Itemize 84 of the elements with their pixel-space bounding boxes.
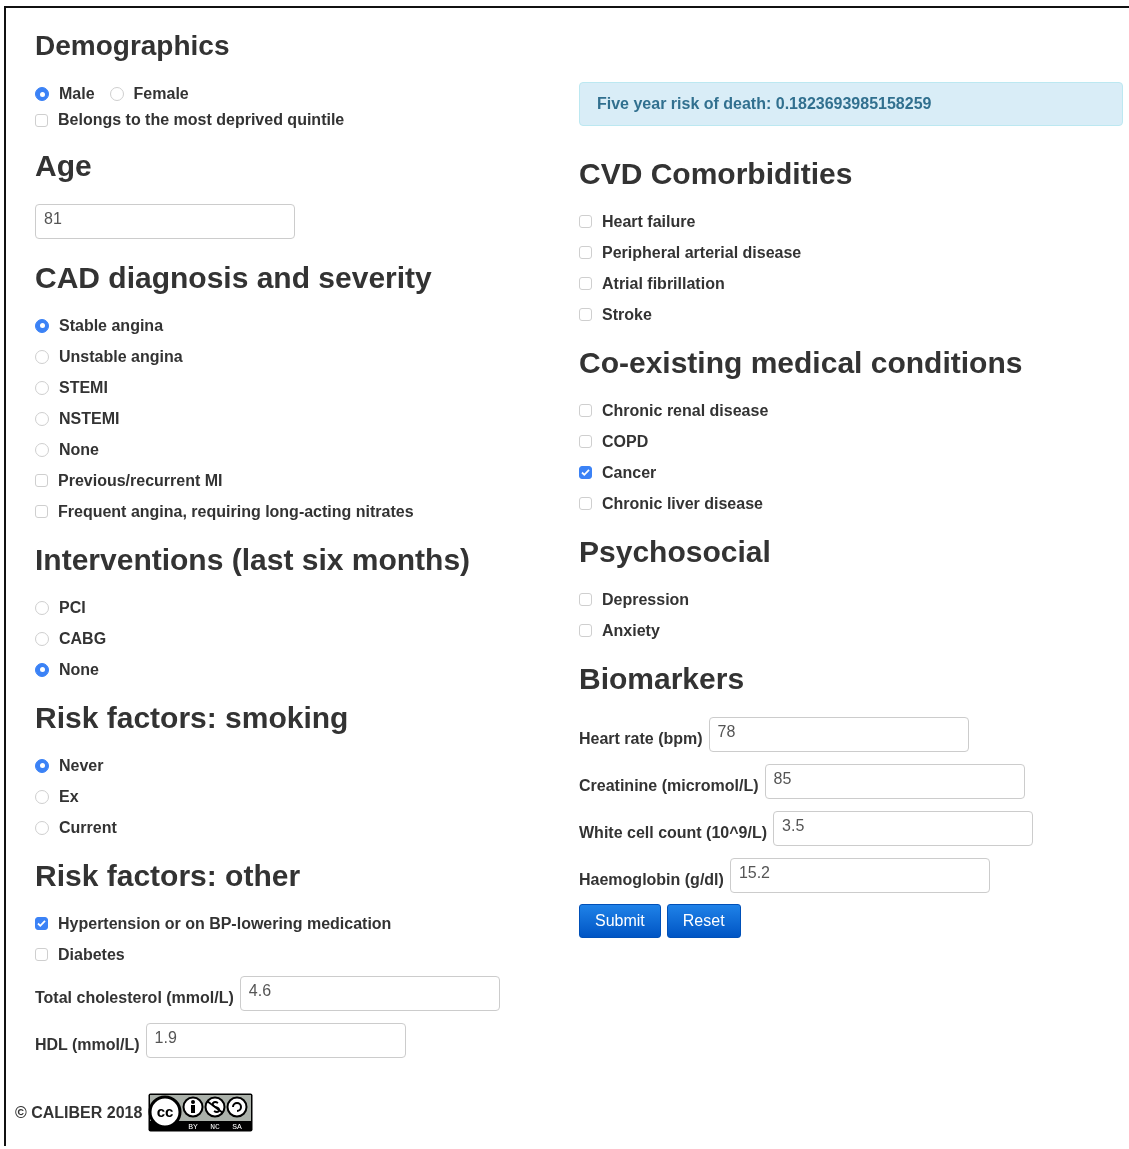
- radio-button[interactable]: [35, 442, 49, 457]
- reset-button[interactable]: Reset: [666, 904, 741, 938]
- section-heading: Age: [35, 148, 93, 184]
- radio-label: Male: [59, 85, 95, 103]
- radio-label: Current: [59, 818, 117, 837]
- input-field[interactable]: 81: [35, 204, 295, 239]
- radio-button[interactable]: [35, 380, 49, 395]
- checkbox-label: Diabetes: [58, 945, 125, 964]
- field-label: Heart rate (bpm): [579, 729, 703, 748]
- radio-button[interactable]: [35, 789, 49, 804]
- radio-label: Stable angina: [59, 316, 164, 335]
- license-badge: cc BY NC SA: [148, 1093, 254, 1132]
- checkbox-label: Depression: [602, 590, 690, 609]
- checkbox[interactable]: [35, 474, 48, 487]
- copyright-text: © CALIBER 2018: [15, 1103, 143, 1122]
- checkbox-label: Cancer: [602, 463, 657, 482]
- radio-label: None: [59, 440, 99, 459]
- checkbox[interactable]: [579, 497, 592, 510]
- checkbox-label: Belongs to the most deprived quintile: [58, 111, 345, 129]
- radio-button[interactable]: [35, 318, 49, 333]
- checkbox[interactable]: [579, 404, 592, 417]
- radio-label: Unstable angina: [59, 347, 183, 366]
- checkbox[interactable]: [579, 277, 592, 290]
- checkbox-label: Frequent angina, requiring long-acting nitrates: [58, 502, 414, 521]
- input-field[interactable]: 15.2: [729, 858, 990, 893]
- checkbox[interactable]: [579, 215, 592, 228]
- section-heading: Interventions (last six months): [35, 542, 472, 578]
- radio-button[interactable]: [35, 662, 49, 677]
- radio-button[interactable]: [35, 758, 49, 773]
- field-label: Haemoglobin (g/dl): [579, 870, 724, 889]
- radio-label: PCI: [59, 598, 86, 617]
- radio-button[interactable]: [109, 87, 124, 101]
- checkbox[interactable]: [35, 917, 48, 930]
- radio-button[interactable]: [35, 600, 49, 615]
- input-field[interactable]: 78: [708, 717, 969, 752]
- field-label: HDL (mmol/L): [35, 1035, 140, 1054]
- checkbox-label: Chronic renal disease: [602, 401, 769, 420]
- section-heading: Risk factors: other: [35, 858, 302, 894]
- checkbox-label: Atrial fibrillation: [602, 274, 725, 293]
- radio-label: Female: [133, 85, 189, 103]
- checkbox[interactable]: [579, 308, 592, 321]
- checkbox[interactable]: [35, 113, 48, 127]
- input-field[interactable]: 85: [764, 764, 1025, 799]
- checkbox[interactable]: [35, 948, 48, 961]
- checkbox[interactable]: [579, 246, 592, 259]
- checkbox[interactable]: [579, 624, 592, 637]
- radio-button[interactable]: [35, 349, 49, 364]
- checkbox-label: Chronic liver disease: [602, 494, 763, 513]
- radio-label: Never: [59, 756, 104, 775]
- risk-alert: Five year risk of death: 0.1823693985158259: [579, 82, 1123, 126]
- checkbox[interactable]: [35, 505, 48, 518]
- checkbox-label: Hypertension or on BP-lowering medication: [58, 914, 392, 933]
- checkbox-label: COPD: [602, 432, 649, 451]
- radio-label: NSTEMI: [59, 409, 120, 428]
- radio-button[interactable]: [35, 820, 49, 835]
- radio-label: STEMI: [59, 378, 108, 397]
- radio-label: Ex: [59, 787, 79, 806]
- input-field[interactable]: 3.5: [773, 811, 1034, 846]
- submit-button[interactable]: Submit: [579, 904, 661, 938]
- radio-label: None: [59, 660, 99, 679]
- field-label: White cell count (10^9/L): [579, 823, 768, 842]
- radio-button[interactable]: [35, 411, 49, 426]
- checkbox[interactable]: [579, 435, 592, 448]
- field-label: Total cholesterol (mmol/L): [35, 988, 234, 1007]
- radio-button[interactable]: [35, 87, 49, 101]
- section-heading: Risk factors: smoking: [35, 700, 350, 736]
- checkbox[interactable]: [579, 593, 592, 606]
- section-heading: CAD diagnosis and severity: [35, 260, 433, 296]
- input-field[interactable]: 4.6: [239, 976, 500, 1011]
- section-heading: Biomarkers: [579, 661, 746, 697]
- section-heading: Demographics: [35, 29, 231, 63]
- section-heading: CVD Comorbidities: [579, 156, 854, 192]
- radio-button[interactable]: [35, 631, 49, 646]
- radio-label: CABG: [59, 629, 107, 648]
- checkbox-label: Anxiety: [602, 621, 660, 640]
- field-label: Creatinine (micromol/L): [579, 776, 759, 795]
- checkbox[interactable]: [579, 466, 592, 479]
- checkbox-label: Stroke: [602, 305, 652, 324]
- checkbox-label: Peripheral arterial disease: [602, 243, 802, 262]
- section-heading: Psychosocial: [579, 534, 772, 570]
- checkbox-label: Heart failure: [602, 212, 696, 231]
- section-heading: Co-existing medical conditions: [579, 345, 1024, 381]
- input-field[interactable]: 1.9: [145, 1023, 406, 1058]
- checkbox-label: Previous/recurrent MI: [58, 471, 223, 490]
